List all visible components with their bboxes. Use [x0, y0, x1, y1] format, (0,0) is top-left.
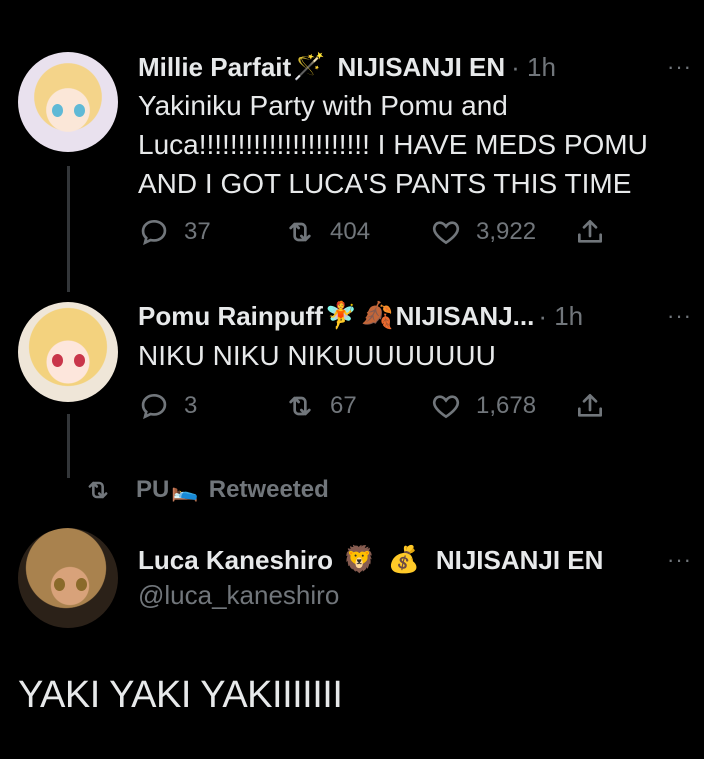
retweet-button[interactable]: 404: [284, 216, 370, 248]
reply-icon: [141, 393, 167, 420]
affiliation[interactable]: NIJISANJ...: [396, 301, 535, 331]
tweet-header: Pomu Rainpuff 🧚 🍂 NIJISANJ... · 1h: [138, 301, 583, 331]
retweet-icon: [289, 396, 311, 416]
lion-emoji: 🦁: [343, 545, 376, 575]
more-icon[interactable]: ···: [667, 303, 692, 329]
avatar-eye: [52, 104, 63, 117]
retweet-button[interactable]: 67: [284, 390, 357, 422]
retweet-icon: [289, 222, 311, 242]
retweeted-label: Retweeted: [208, 476, 329, 503]
timestamp[interactable]: · 1h: [538, 301, 583, 331]
like-count: 3,922: [476, 218, 537, 245]
share-icon: [578, 220, 602, 243]
avatar-eye: [54, 578, 65, 591]
avatar-eye: [76, 578, 87, 591]
bed-emoji: 🛌: [171, 477, 199, 503]
tweet-text: Yakiniku Party with Pomu and Luca!!!!!!!…: [138, 90, 648, 199]
fairy-emoji: 🧚: [324, 301, 358, 331]
share-button[interactable]: [574, 216, 620, 248]
leaf-emoji: 🍂: [361, 301, 394, 331]
tweet-actions: 3 67 1,678: [138, 390, 618, 424]
display-name[interactable]: Millie Parfait: [138, 52, 291, 82]
like-button[interactable]: 3,922: [430, 216, 536, 248]
retweet-banner[interactable]: PU 🛌 Retweeted: [84, 476, 329, 504]
reply-button[interactable]: 37: [138, 216, 211, 248]
tweet-text: NIKU NIKU NIKUUUUUUUU: [138, 340, 496, 371]
tweet-actions: 37 404 3,922: [138, 216, 618, 250]
avatar-eye: [74, 104, 85, 117]
avatar-luca[interactable]: [18, 528, 118, 628]
more-icon[interactable]: ···: [667, 54, 692, 80]
tweet-header: Millie Parfait 🪄 NIJISANJI EN · 1h: [138, 52, 556, 82]
user-handle[interactable]: @luca_kaneshiro: [138, 580, 339, 611]
like-icon: [432, 395, 460, 419]
retweeter-name: PU: [136, 476, 170, 503]
share-icon: [578, 394, 602, 417]
reply-count: 3: [184, 392, 198, 419]
avatar-eye: [74, 354, 85, 367]
like-count: 1,678: [476, 392, 537, 419]
retweet-count: 404: [330, 218, 371, 245]
display-name[interactable]: Pomu Rainpuff: [138, 301, 323, 331]
tweet-text: YAKI YAKI YAKIIIIIII: [18, 674, 343, 716]
avatar-millie[interactable]: [18, 52, 118, 152]
reply-icon: [141, 219, 167, 246]
affiliation[interactable]: NIJISANJI EN: [338, 52, 506, 82]
timeline: Millie Parfait 🪄 NIJISANJI EN · 1h ··· Y…: [0, 0, 704, 759]
tweet-header: Luca Kaneshiro 🦁 💰 NIJISANJI EN: [138, 545, 603, 575]
avatar-pomu[interactable]: [18, 302, 118, 402]
like-button[interactable]: 1,678: [430, 390, 536, 422]
affiliation[interactable]: NIJISANJI EN: [436, 545, 604, 575]
retweet-icon: [88, 481, 108, 499]
timestamp[interactable]: · 1h: [511, 52, 556, 82]
display-name[interactable]: Luca Kaneshiro: [138, 545, 333, 575]
thread-line: [67, 414, 70, 478]
wand-emoji: 🪄: [293, 52, 326, 82]
more-icon[interactable]: ···: [667, 547, 692, 573]
like-icon: [432, 221, 460, 245]
money-bag-emoji: 💰: [387, 545, 420, 575]
thread-line: [67, 166, 70, 292]
share-button[interactable]: [574, 390, 620, 422]
retweet-count: 67: [330, 392, 357, 419]
reply-count: 37: [184, 218, 211, 245]
reply-button[interactable]: 3: [138, 390, 197, 422]
avatar-eye: [52, 354, 63, 367]
